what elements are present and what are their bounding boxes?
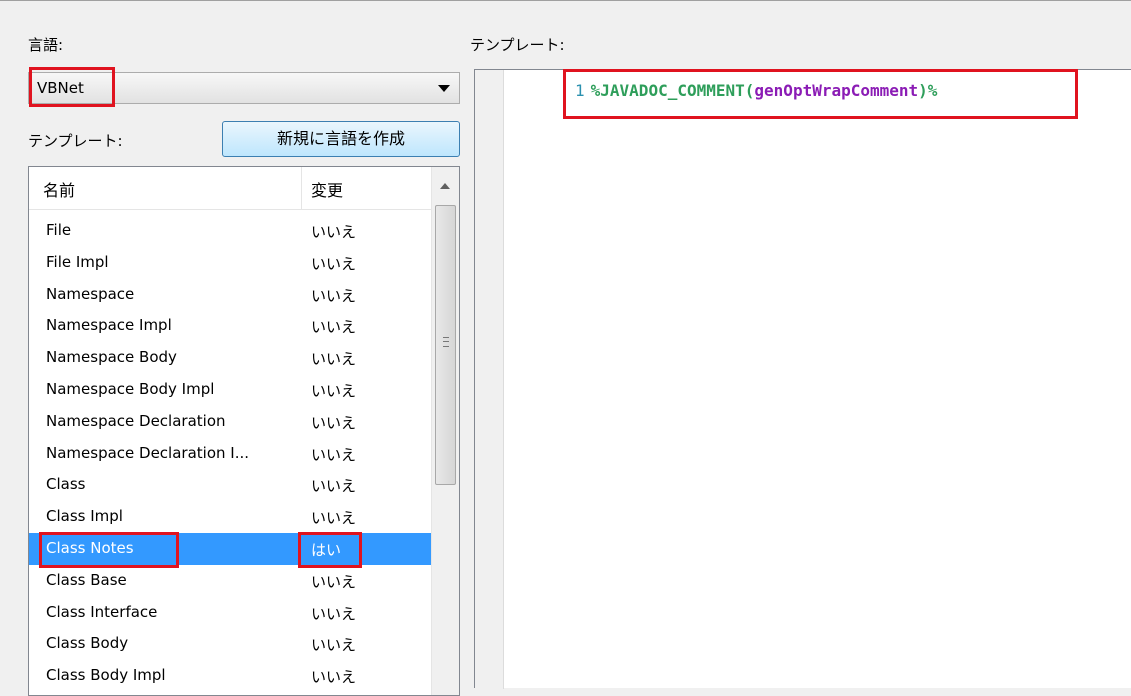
dropdown-arrow-icon[interactable] [438,85,450,92]
template-row-name: Class Impl [46,507,123,526]
grip-icon [443,337,449,347]
template-row-changed: いいえ [311,381,357,400]
template-row[interactable]: File Impl いいえ [29,247,431,279]
template-row-changed: いいえ [311,286,357,305]
template-row-name: Namespace Body [46,348,177,367]
templates-label: テンプレート: [28,132,123,150]
template-row-name: Namespace Body Impl [46,379,215,398]
template-row-changed: いいえ [311,318,357,337]
template-row[interactable]: Class いいえ [29,469,431,501]
template-list-header: 名前 変更 [29,167,431,210]
template-row-changed: いいえ [311,572,357,591]
template-editor[interactable]: 1 %JAVADOC_COMMENT(genOptWrapComment)% [474,69,1131,689]
template-row-name: Class Interface [46,602,158,621]
template-row[interactable]: Class Interface いいえ [29,597,431,629]
macro-close: )% [918,81,938,100]
template-row-name: Namespace Declaration [46,411,226,430]
template-row-name: Class Notes [46,538,134,557]
column-divider[interactable] [301,167,302,209]
template-row-changed: はい [311,540,342,559]
template-row[interactable]: Class Notes はい [29,532,431,565]
editor-label: テンプレート: [470,36,565,54]
template-row-name: Class Body Impl [46,666,166,685]
template-row-name: Namespace [46,284,135,303]
template-row[interactable]: Namespace Declaration いいえ [29,406,431,438]
template-rows: File いいえ File Impl いいえ Namespace いいえ Namespace… [29,215,431,692]
template-row[interactable]: Namespace Body いいえ [29,342,431,374]
template-row-changed: いいえ [311,509,357,528]
column-header-changed[interactable]: 変更 [311,177,343,201]
template-row-name: Class [46,475,86,494]
template-row-name: Namespace Declaration I... [46,443,249,462]
template-row-name: Class Body [46,634,129,653]
template-row-changed: いいえ [311,413,357,432]
template-row-changed: いいえ [311,477,357,496]
column-header-name[interactable]: 名前 [43,177,75,201]
scroll-up-arrow-icon[interactable] [440,183,450,189]
macro-argument: genOptWrapComment [754,81,919,100]
scrollbar-thumb[interactable] [435,205,456,485]
template-row-name: Namespace Impl [46,316,172,335]
template-row-changed: いいえ [311,223,357,241]
template-row-name: File Impl [46,252,109,271]
code-line-1[interactable]: 1 %JAVADOC_COMMENT(genOptWrapComment)% [575,81,937,100]
language-select[interactable]: VBNet [28,72,460,104]
template-list[interactable]: 名前 変更 File いいえ File Impl いいえ Namespace いいえ Nam… [28,166,460,696]
line-number: 1 [575,81,585,100]
window-top-border [0,0,1131,1]
template-row[interactable]: Class Body いいえ [29,628,431,660]
template-row-changed: いいえ [311,254,357,273]
template-row-changed: いいえ [311,636,357,655]
template-row[interactable]: Class Base いいえ [29,565,431,597]
template-row-changed: いいえ [311,445,357,464]
template-row[interactable]: Namespace Declaration I... いいえ [29,438,431,470]
template-row-changed: いいえ [311,668,357,687]
template-row[interactable]: Namespace Impl いいえ [29,310,431,342]
template-row-changed: いいえ [311,350,357,369]
template-row[interactable]: Namespace Body Impl いいえ [29,374,431,406]
template-row[interactable]: Namespace いいえ [29,279,431,311]
macro-open: %JAVADOC_COMMENT( [590,81,755,100]
template-row-changed: いいえ [311,604,357,623]
language-select-value: VBNet [37,79,84,97]
language-label: 言語: [28,36,64,54]
template-row-name: Class Base [46,570,127,589]
new-language-button[interactable]: 新規に言語を作成 [222,121,460,157]
template-row-name: File [46,221,72,239]
template-row[interactable]: Class Body Impl いいえ [29,660,431,692]
editor-gutter [475,70,504,689]
list-scrollbar[interactable] [431,167,459,695]
template-row[interactable]: File いいえ [29,215,431,247]
template-row[interactable]: Class Impl いいえ [29,501,431,533]
